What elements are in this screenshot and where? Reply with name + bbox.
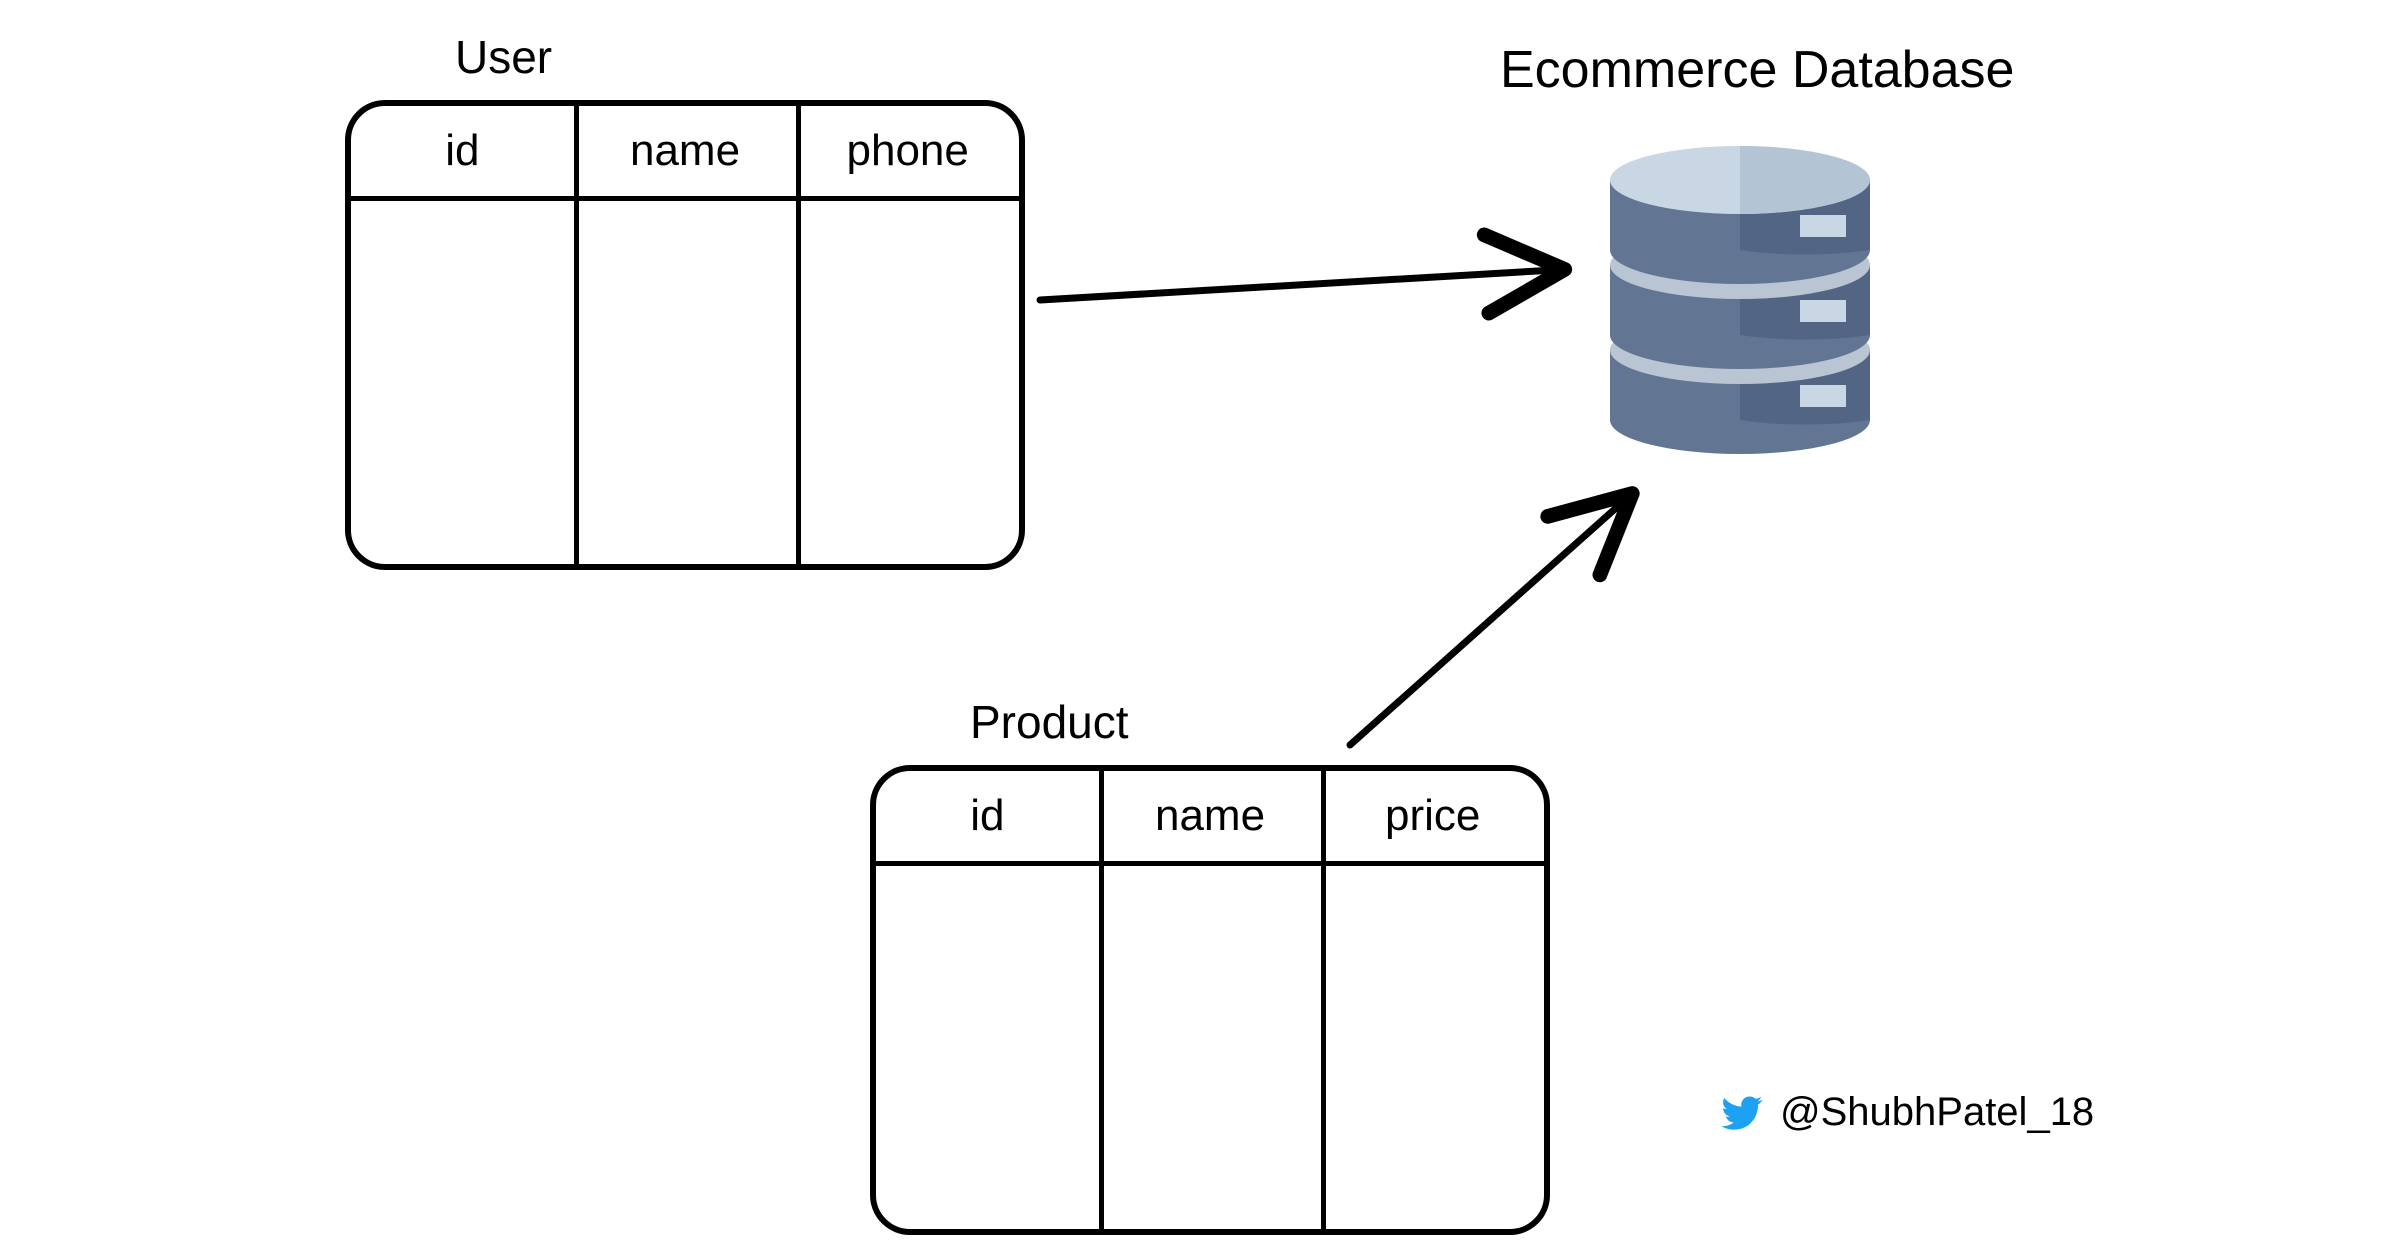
diagram-canvas: User id name phone Product id name price… [0, 0, 2396, 1254]
twitter-icon [1720, 1091, 1764, 1135]
author-credit: @ShubhPatel_18 [1720, 1090, 2094, 1135]
arrow-product-to-db [0, 0, 2396, 1254]
author-handle: @ShubhPatel_18 [1780, 1090, 2094, 1135]
